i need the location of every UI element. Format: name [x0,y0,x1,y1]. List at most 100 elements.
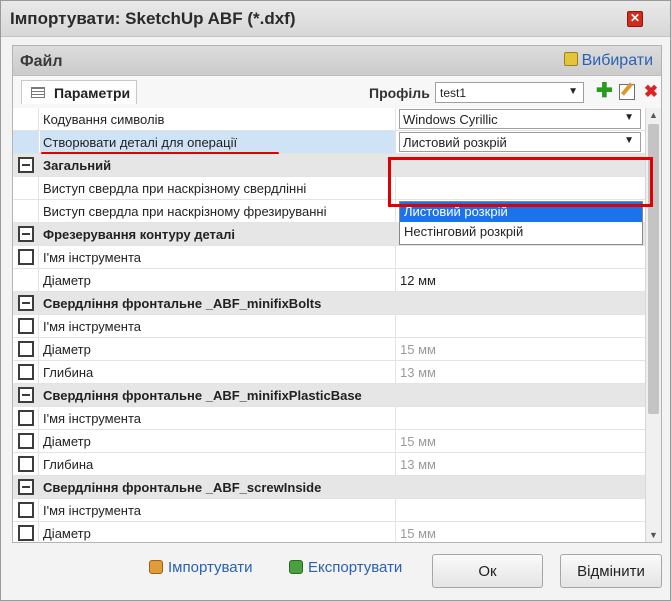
param-value[interactable] [397,407,645,429]
choose-file-link[interactable]: Вибирати [563,52,653,70]
table-row: І'мя інструмента [13,407,645,430]
param-label: Діаметр [40,269,396,291]
import-dialog: Імпортувати: SketchUp ABF (*.dxf) ✕ Файл… [0,0,671,601]
param-label: Кодування символів [40,108,396,130]
dropdown-option-nesting-cutting[interactable]: Нестінговий розкрій [400,222,642,242]
param-value[interactable]: 13 мм [397,453,645,475]
param-label: Діаметр [40,338,396,360]
row-checkbox[interactable] [18,433,34,449]
param-value[interactable] [397,246,645,268]
close-button[interactable]: ✕ [627,11,643,27]
create-parts-cell: Листовий розкрій ▼ [397,131,645,153]
dropdown-option-sheet-cutting[interactable]: Листовий розкрій [400,202,642,222]
collapse-icon[interactable] [18,479,34,495]
row-checkbox[interactable] [18,502,34,518]
row-checkbox[interactable] [18,456,34,472]
panel-title: Файл [20,53,63,70]
panel-header: Файл Вибирати [13,46,661,76]
param-value[interactable] [397,315,645,337]
export-icon [289,560,303,574]
param-value[interactable]: 12 мм [397,269,645,291]
profile-select-value: test1 [440,86,467,100]
param-value[interactable]: 15 мм [397,430,645,452]
scrollbar-thumb[interactable] [648,124,659,414]
table-row: Виступ свердла при наскрізному свердлінн… [13,177,645,200]
table-row: Створювати деталі для операції Листовий … [13,131,645,154]
param-value[interactable] [397,499,645,521]
scroll-down-icon[interactable]: ▼ [649,530,658,540]
row-checkbox[interactable] [18,341,34,357]
collapse-icon[interactable] [18,387,34,403]
tab-parameters[interactable]: Параметри [21,80,137,104]
group-title: Свердління фронтальне _ABF_minifixPlasti… [43,388,362,403]
param-label: Виступ свердла при наскрізному фрезирува… [40,200,396,222]
chevron-down-icon: ▼ [624,112,634,123]
param-value[interactable]: 15 мм [397,338,645,360]
table-row: Діаметр 15 мм [13,522,645,542]
param-label: І'мя інструмента [40,315,396,337]
row-checkbox[interactable] [18,364,34,380]
param-label: Глибина [40,361,396,383]
profile-select[interactable]: test1 ▼ [435,82,584,103]
ok-button[interactable]: Ок [432,554,543,588]
collapse-icon[interactable] [18,226,34,242]
cancel-button[interactable]: Відмінити [560,554,662,588]
folder-open-icon [563,52,578,66]
group-row[interactable]: Загальний [13,154,645,177]
table-row: Діаметр 12 мм [13,269,645,292]
chevron-down-icon: ▼ [568,86,578,97]
param-label: І'мя інструмента [40,499,396,521]
row-checkbox[interactable] [18,525,34,541]
create-parts-select[interactable]: Листовий розкрій ▼ [399,132,641,152]
parameters-grid: Кодування символів Windows Cyrillic ▼ Ст… [13,108,645,542]
param-label: І'мя інструмента [40,246,396,268]
group-row[interactable]: Свердління фронтальне _ABF_screwInside [13,476,645,499]
table-row: І'мя інструмента [13,315,645,338]
encoding-select-value: Windows Cyrillic [403,112,498,127]
group-title: Загальний [43,158,112,173]
choose-file-label: Вибирати [581,52,653,69]
encoding-cell: Windows Cyrillic ▼ [397,108,645,130]
group-row[interactable]: Свердління фронтальне _ABF_minifixPlasti… [13,384,645,407]
param-label: Створювати деталі для операції [40,131,396,153]
row-checkbox[interactable] [18,410,34,426]
export-link[interactable]: Експортувати [289,559,402,576]
row-checkbox[interactable] [18,249,34,265]
import-label: Імпортувати [168,559,253,576]
delete-profile-icon[interactable]: ✖ [643,83,659,100]
profile-label: Профіль [369,85,430,101]
table-row: Глибина 13 мм [13,361,645,384]
import-link[interactable]: Імпортувати [149,559,253,576]
group-title: Свердління фронтальне _ABF_screwInside [43,480,322,495]
table-row: І'мя інструмента [13,246,645,269]
chevron-down-icon: ▼ [624,135,634,146]
collapse-icon[interactable] [18,295,34,311]
table-row: Глибина 13 мм [13,453,645,476]
scroll-up-icon[interactable]: ▲ [649,110,658,120]
param-label: Виступ свердла при наскрізному свердлінн… [40,177,396,199]
tab-parameters-label: Параметри [54,85,131,101]
table-row: Кодування символів Windows Cyrillic ▼ [13,108,645,131]
table-row: Діаметр 15 мм [13,338,645,361]
grid-scrollbar[interactable]: ▲ ▼ [645,108,661,542]
group-row[interactable]: Свердління фронтальне _ABF_minifixBolts [13,292,645,315]
file-panel: Файл Вибирати Параметри Профіль test1 ▼ … [12,45,662,543]
param-label: І'мя інструмента [40,407,396,429]
add-profile-icon[interactable]: ✚ [596,81,613,101]
title-bar[interactable]: Імпортувати: SketchUp ABF (*.dxf) ✕ [1,1,670,37]
dialog-title: Імпортувати: SketchUp ABF (*.dxf) [10,9,296,28]
edit-profile-icon[interactable] [619,84,635,100]
collapse-icon[interactable] [18,157,34,173]
import-icon [149,560,163,574]
param-value[interactable] [397,177,645,199]
export-label: Експортувати [308,559,403,576]
list-icon [31,87,45,98]
param-value[interactable]: 15 мм [397,522,645,542]
table-row: Діаметр 15 мм [13,430,645,453]
create-parts-dropdown-list: Листовий розкрій Нестінговий розкрій [399,201,643,245]
param-label: Діаметр [40,430,396,452]
row-checkbox[interactable] [18,318,34,334]
param-value[interactable]: 13 мм [397,361,645,383]
table-row: І'мя інструмента [13,499,645,522]
encoding-select[interactable]: Windows Cyrillic ▼ [399,109,641,129]
